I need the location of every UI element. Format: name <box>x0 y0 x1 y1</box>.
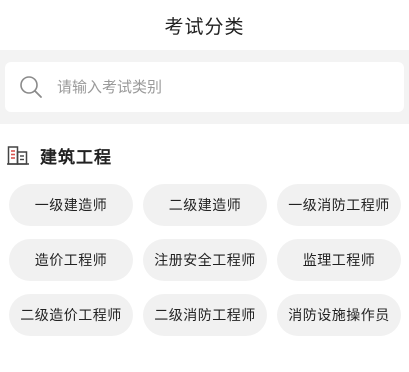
search-input[interactable] <box>55 77 379 97</box>
page-title: 考试分类 <box>164 15 245 38</box>
search-bar-container <box>0 50 409 124</box>
section-title: 建筑工程 <box>40 147 112 168</box>
category-chip[interactable]: 造价工程师 <box>9 239 133 281</box>
category-chip[interactable]: 消防设施操作员 <box>277 294 401 336</box>
search-box[interactable] <box>5 62 404 112</box>
exam-category-grid: 一级建造师 二级建造师 一级消防工程师 造价工程师 注册安全工程师 监理工程师 … <box>9 184 401 336</box>
category-chip[interactable]: 二级建造师 <box>143 184 267 226</box>
category-chip[interactable]: 一级消防工程师 <box>277 184 401 226</box>
building-icon <box>6 143 30 167</box>
category-chip[interactable]: 注册安全工程师 <box>143 239 267 281</box>
category-chip[interactable]: 一级建造师 <box>9 184 133 226</box>
top-header: 考试分类 <box>0 0 409 50</box>
search-icon <box>19 75 43 99</box>
category-section-header: 建筑工程 <box>6 140 112 170</box>
category-chip[interactable]: 二级消防工程师 <box>143 294 267 336</box>
category-chip[interactable]: 监理工程师 <box>277 239 401 281</box>
category-chip[interactable]: 二级造价工程师 <box>9 294 133 336</box>
